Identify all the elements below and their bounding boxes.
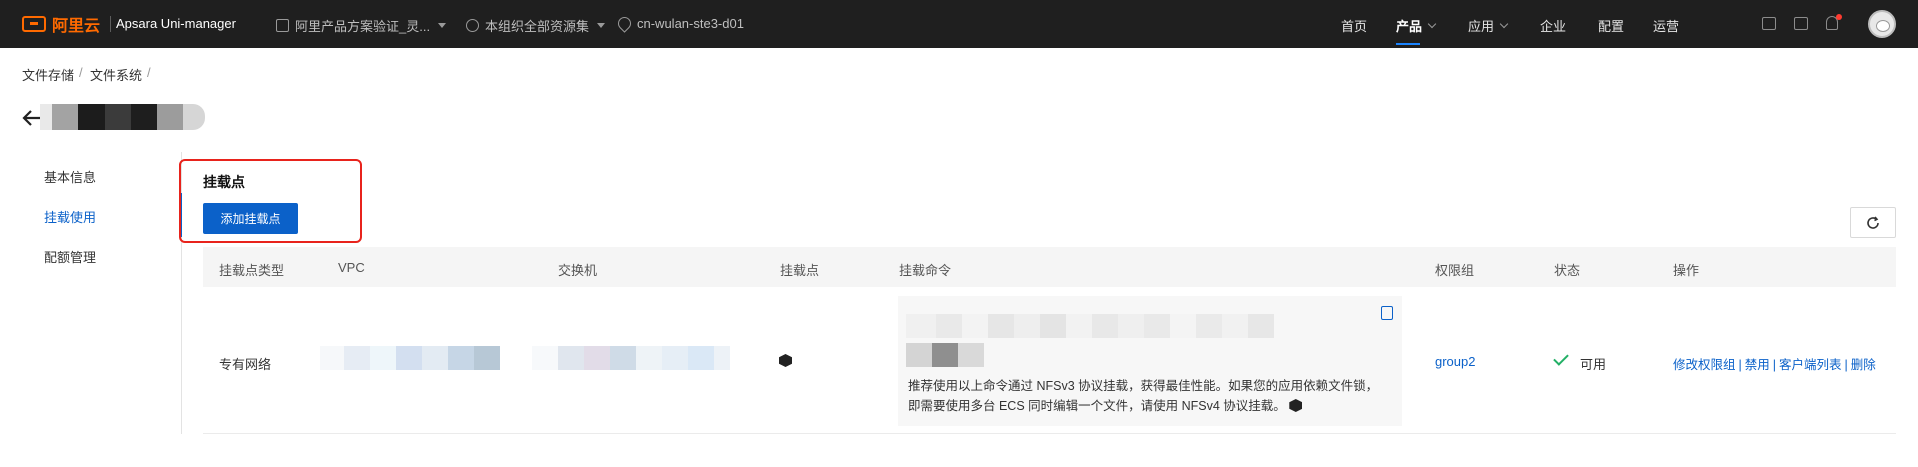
- nav-operations[interactable]: 运营: [1653, 16, 1679, 35]
- screen-icon[interactable]: [1762, 17, 1776, 30]
- mount-command-note: 推荐使用以上命令通过 NFSv3 协议挂载，获得最佳性能。如果您的应用依赖文件锁…: [908, 376, 1388, 416]
- resource-set-label: 本组织全部资源集: [485, 19, 590, 34]
- mount-type-cell: 专有网络: [219, 357, 272, 372]
- status-ok-icon: [1553, 350, 1569, 366]
- table-header: [203, 247, 1896, 287]
- resource-set-selector[interactable]: 本组织全部资源集: [466, 16, 606, 35]
- nav-enterprise[interactable]: 企业: [1540, 16, 1566, 35]
- disable-link[interactable]: 禁用: [1745, 358, 1770, 372]
- column-actions: 操作: [1673, 263, 1700, 278]
- breadcrumb-file-system[interactable]: 文件系统: [90, 65, 142, 84]
- aliyun-logo[interactable]: 阿里云: [22, 13, 100, 35]
- column-vpc: VPC: [338, 260, 365, 275]
- column-mount-command: 挂载命令: [899, 263, 952, 278]
- logo-text: 阿里云: [52, 18, 101, 35]
- breadcrumb-file-storage[interactable]: 文件存储: [22, 65, 74, 84]
- notification-dot: [1836, 14, 1842, 20]
- breadcrumb-separator: /: [79, 65, 83, 80]
- building-icon: [276, 19, 289, 32]
- action-separator: |: [1844, 358, 1848, 372]
- avatar[interactable]: [1868, 10, 1896, 38]
- add-mount-point-button[interactable]: 添加挂载点: [203, 203, 298, 234]
- refresh-icon: [1867, 215, 1879, 229]
- column-permission-group: 权限组: [1435, 263, 1475, 278]
- region-label: cn-wulan-ste3-d01: [637, 16, 744, 31]
- book-icon[interactable]: [1794, 17, 1808, 30]
- nav-label: 运营: [1653, 19, 1680, 34]
- vswitch-id-redacted: [532, 346, 730, 370]
- action-separator: |: [1738, 358, 1742, 372]
- nav-products[interactable]: 产品: [1396, 16, 1437, 35]
- region-selector[interactable]: cn-wulan-ste3-d01: [615, 14, 744, 33]
- file-system-name-redacted: [40, 104, 205, 130]
- aliyun-logo-icon: [22, 16, 46, 32]
- column-status: 状态: [1554, 263, 1581, 278]
- nav-label: 首页: [1341, 19, 1368, 34]
- row-actions: 修改权限组 | 禁用 | 客户端列表 | 删除: [1673, 354, 1876, 373]
- client-list-link[interactable]: 客户端列表: [1779, 358, 1842, 372]
- copy-icon[interactable]: [1381, 306, 1393, 320]
- nav-applications[interactable]: 应用: [1468, 16, 1509, 35]
- mount-command-note-text: 推荐使用以上命令通过 NFSv3 协议挂载，获得最佳性能。如果您的应用依赖文件锁…: [908, 379, 1379, 413]
- nav-label: 产品: [1396, 19, 1423, 34]
- section-title: 挂载点: [203, 174, 245, 190]
- top-navigation-bar: 阿里云 Apsara Uni-manager 阿里产品方案验证_灵... 本组织…: [0, 0, 1918, 48]
- row-divider: [203, 433, 1896, 434]
- location-icon: [615, 14, 634, 33]
- caret-down-icon: [597, 23, 606, 28]
- column-vswitch: 交换机: [558, 263, 598, 278]
- organization-label: 阿里产品方案验证_灵...: [295, 19, 431, 34]
- organization-selector[interactable]: 阿里产品方案验证_灵...: [276, 16, 447, 35]
- delete-link[interactable]: 删除: [1851, 358, 1876, 372]
- permission-group-link[interactable]: group2: [1435, 354, 1475, 369]
- nav-active-indicator: [1396, 43, 1420, 45]
- nav-configuration[interactable]: 配置: [1598, 16, 1624, 35]
- column-mount-type: 挂载点类型: [219, 263, 285, 278]
- action-separator: |: [1772, 358, 1777, 372]
- mount-point-hidden-icon[interactable]: [779, 354, 792, 367]
- nav-label: 企业: [1540, 19, 1567, 34]
- vpc-id-redacted: [320, 346, 500, 370]
- breadcrumb-separator: /: [147, 65, 151, 80]
- sidebar-item-mount-usage[interactable]: 挂载使用: [44, 207, 96, 226]
- info-cube-icon[interactable]: [1289, 399, 1303, 412]
- brand-divider: [110, 16, 111, 32]
- modify-permission-group-link[interactable]: 修改权限组: [1673, 358, 1736, 372]
- nav-home[interactable]: 首页: [1341, 16, 1367, 35]
- sidebar-item-quota-management[interactable]: 配额管理: [44, 247, 96, 266]
- nav-label: 配置: [1598, 19, 1625, 34]
- refresh-button[interactable]: [1850, 207, 1896, 238]
- nav-label: 应用: [1468, 19, 1495, 34]
- mount-command-redacted-line1: [906, 314, 1274, 338]
- mount-command-redacted-line2: [906, 343, 984, 367]
- column-mount-point: 挂载点: [780, 263, 820, 278]
- status-text: 可用: [1580, 357, 1607, 372]
- caret-down-icon: [438, 23, 447, 28]
- back-arrow-icon[interactable]: [22, 108, 42, 128]
- chevron-down-icon: [1499, 19, 1509, 29]
- product-name: Apsara Uni-manager: [116, 16, 236, 31]
- sidebar-item-basic-info[interactable]: 基本信息: [44, 167, 96, 186]
- resource-set-icon: [466, 19, 479, 32]
- chevron-down-icon: [1427, 19, 1437, 29]
